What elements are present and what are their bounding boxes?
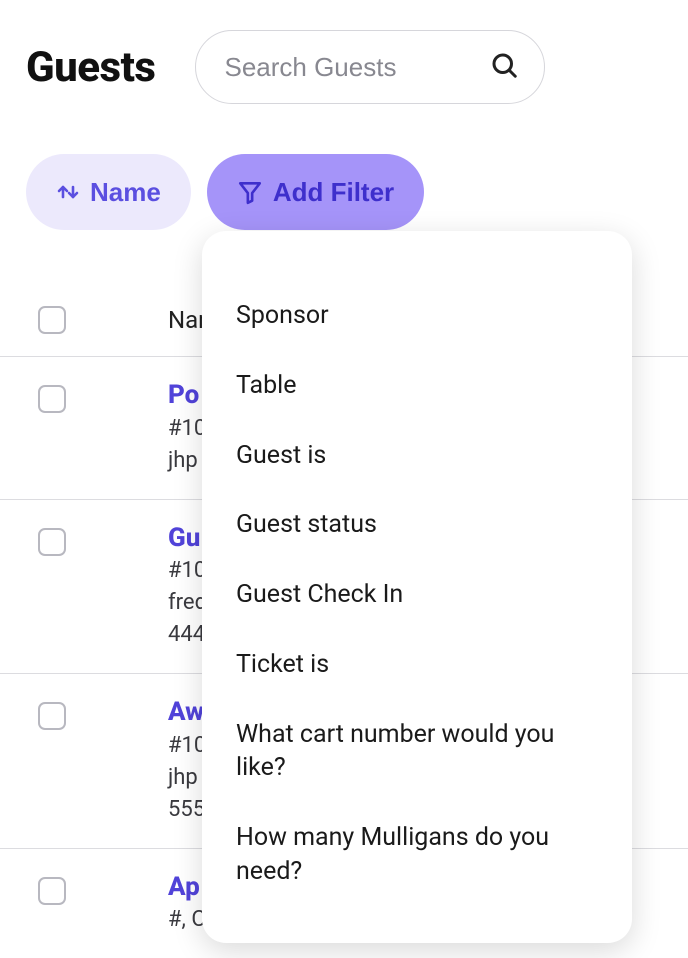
sort-button[interactable]: Name [26,154,191,230]
row-checkbox[interactable] [38,877,66,905]
filter-icon [237,179,263,205]
filter-option-ticket-is[interactable]: Ticket is [202,630,632,700]
sort-icon [56,180,80,204]
page-title: Guests [26,43,155,92]
filter-option-guest-check-in[interactable]: Guest Check In [202,560,632,630]
row-checkbox[interactable] [38,385,66,413]
search-container [195,30,545,104]
filter-option-sponsor[interactable]: Sponsor [202,281,632,351]
row-checkbox[interactable] [38,702,66,730]
search-icon[interactable] [489,50,519,84]
add-filter-button[interactable]: Add Filter [207,154,424,230]
filter-dropdown: Sponsor Table Guest is Guest status Gues… [202,231,632,943]
add-filter-label: Add Filter [273,177,394,208]
filter-option-cart-number[interactable]: What cart number would you like? [202,700,632,804]
row-checkbox[interactable] [38,528,66,556]
sort-label: Name [90,177,161,208]
filter-option-guest-is[interactable]: Guest is [202,421,632,491]
filter-option-guest-status[interactable]: Guest status [202,490,632,560]
filter-option-mulligans[interactable]: How many Mulligans do you need? [202,803,632,907]
select-all-checkbox[interactable] [38,306,66,334]
filter-option-table[interactable]: Table [202,351,632,421]
